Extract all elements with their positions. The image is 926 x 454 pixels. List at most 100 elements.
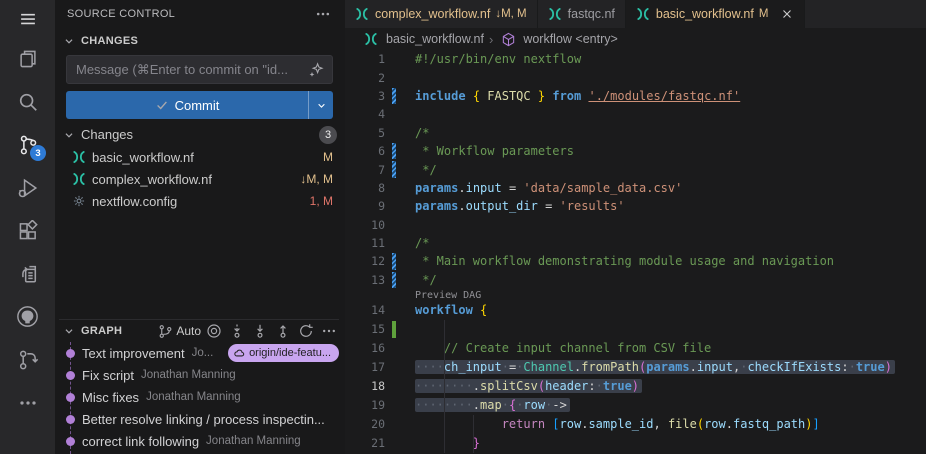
activity-item-git-graph[interactable]	[0, 338, 55, 381]
target-icon[interactable]	[204, 321, 224, 341]
line-number[interactable]: 13	[345, 273, 385, 287]
commit-message: Fix script	[82, 368, 134, 383]
fetch-icon[interactable]	[227, 321, 247, 341]
commit-row[interactable]: Text improvementJo...origin/ide-featu...	[55, 342, 345, 364]
nextflow-file-icon	[72, 150, 86, 164]
code-line-12[interactable]: 12 * Main workflow demonstrating module …	[345, 252, 926, 270]
branch-ref-label: origin/ide-featu...	[249, 347, 331, 359]
breadcrumb-separator: ›	[489, 32, 493, 47]
chevron-down-icon	[59, 125, 79, 145]
line-number[interactable]: 17	[345, 360, 385, 374]
more-actions-icon[interactable]	[319, 321, 339, 341]
code-line-10[interactable]: 10	[345, 216, 926, 234]
line-number[interactable]: 21	[345, 436, 385, 450]
code-text: return [row.sample_id, file(row.fastq_pa…	[415, 417, 820, 431]
breadcrumb-file[interactable]: basic_workflow.nf	[386, 32, 484, 46]
activity-item-extensions[interactable]	[0, 209, 55, 252]
code-line-6[interactable]: 6 * Workflow parameters	[345, 142, 926, 160]
code-lens-preview-dag[interactable]: Preview DAG	[415, 290, 481, 301]
code-line-8[interactable]: 8params.input = 'data/sample_data.csv'	[345, 179, 926, 197]
activity-item-document-sync[interactable]	[0, 252, 55, 295]
line-number[interactable]: 11	[345, 236, 385, 250]
pull-icon[interactable]	[250, 321, 270, 341]
activity-item-explorer[interactable]	[0, 37, 55, 80]
code-line-7[interactable]: 7 */	[345, 160, 926, 178]
commit-row[interactable]: correct link followingJonathan Manning	[55, 430, 345, 452]
line-number[interactable]: 18	[345, 379, 385, 393]
code-line-20[interactable]: 20 return [row.sample_id, file(row.fastq…	[345, 415, 926, 434]
line-number[interactable]: 5	[345, 126, 385, 140]
commit-row[interactable]: Misc fixesJonathan Manning	[55, 386, 345, 408]
commit-row[interactable]: Better resolve linking / process inspect…	[55, 408, 345, 430]
editor-tab-complex_workflow-nf[interactable]: complex_workflow.nf↓M, M	[345, 0, 538, 28]
activity-item-source-control[interactable]: 3	[0, 123, 55, 166]
line-number[interactable]: 6	[345, 144, 385, 158]
line-number[interactable]: 15	[345, 322, 385, 336]
commit-row[interactable]: Fix script Jonathan Manning	[55, 364, 345, 386]
extensions-icon	[17, 220, 39, 242]
graph-toolbar: Auto	[157, 321, 339, 341]
code-line-3[interactable]: 3include { FASTQC } from './modules/fast…	[345, 87, 926, 105]
activity-item-more[interactable]	[0, 381, 55, 424]
activity-item-search[interactable]	[0, 80, 55, 123]
line-number[interactable]: 20	[345, 417, 385, 431]
code-text: */	[415, 163, 437, 177]
changed-file-row[interactable]: basic_workflow.nfM	[55, 146, 345, 168]
line-number[interactable]: 16	[345, 341, 385, 355]
line-number[interactable]: 10	[345, 218, 385, 232]
line-number[interactable]: 4	[345, 107, 385, 121]
graph-auto-toggle[interactable]: Auto	[157, 321, 201, 341]
document-sync-icon	[17, 263, 39, 285]
code-line-17[interactable]: 17····ch_input·=·Channel.fromPath(params…	[345, 358, 926, 377]
line-number[interactable]: 1	[345, 52, 385, 66]
code-line-15[interactable]: 15	[345, 320, 926, 339]
code-line-1[interactable]: 1#!/usr/bin/env nextflow	[345, 50, 926, 68]
gutter-modified-marker	[392, 253, 396, 269]
line-number[interactable]: 9	[345, 199, 385, 213]
code-line-9[interactable]: 9params.output_dir = 'results'	[345, 197, 926, 215]
code-line-21[interactable]: 21 }	[345, 434, 926, 453]
gutter-modified-marker	[392, 272, 396, 288]
changed-file-row[interactable]: nextflow.config1, M	[55, 190, 345, 212]
code-line-13[interactable]: 13 */	[345, 271, 926, 289]
code-line-16[interactable]: 16 // Create input channel from CSV file	[345, 339, 926, 358]
changes-section-header[interactable]: CHANGES	[59, 30, 138, 52]
line-number[interactable]: 19	[345, 398, 385, 412]
editor-tab-basic_workflow-nf[interactable]: basic_workflow.nfM	[626, 0, 806, 28]
commit-dropdown-button[interactable]	[308, 91, 333, 119]
close-icon[interactable]	[780, 7, 794, 21]
code-line-11[interactable]: 11/*	[345, 234, 926, 252]
code-line-5[interactable]: 5/*	[345, 124, 926, 142]
activity-item-menu[interactable]	[0, 0, 55, 37]
code-line-2[interactable]: 2	[345, 68, 926, 86]
code-line-14[interactable]: 14workflow {	[345, 301, 926, 320]
refresh-icon[interactable]	[296, 321, 316, 341]
code-editor[interactable]: 1#!/usr/bin/env nextflow 2 3include { FAST…	[345, 50, 926, 454]
code-line-19[interactable]: 19········.map·{·row·->	[345, 396, 926, 415]
editor-tab-fastqc-nf[interactable]: fastqc.nf	[538, 0, 626, 28]
chevron-down-icon[interactable]	[59, 321, 79, 341]
code-line-4[interactable]: 4	[345, 105, 926, 123]
commit-message-input[interactable]	[76, 62, 306, 77]
more-actions-icon[interactable]	[313, 4, 333, 24]
line-number[interactable]: 2	[345, 71, 385, 85]
commit-dot	[66, 393, 75, 402]
commit-button[interactable]: Commit	[66, 91, 308, 119]
code-line-18[interactable]: 18········.splitCsv(header:·true)	[345, 377, 926, 396]
activity-item-run-debug[interactable]	[0, 166, 55, 209]
breadcrumb-symbol[interactable]: workflow <entry>	[523, 32, 617, 46]
sparkle-icon[interactable]	[306, 60, 326, 80]
commit-author: Jonathan Manning	[141, 369, 236, 381]
line-number[interactable]: 8	[345, 181, 385, 195]
line-number[interactable]: 7	[345, 163, 385, 177]
activity-item-github[interactable]	[0, 295, 55, 338]
changes-tree-header[interactable]: Changes 3	[59, 124, 337, 145]
line-number[interactable]: 12	[345, 254, 385, 268]
branch-ref-pill[interactable]: origin/ide-featu...	[228, 344, 339, 362]
changed-file-row[interactable]: complex_workflow.nf↓M, M	[55, 168, 345, 190]
code-text: * Workflow parameters	[415, 144, 574, 158]
changes-tree-label: Changes	[81, 127, 317, 142]
push-icon[interactable]	[273, 321, 293, 341]
line-number[interactable]: 3	[345, 89, 385, 103]
line-number[interactable]: 14	[345, 303, 385, 317]
